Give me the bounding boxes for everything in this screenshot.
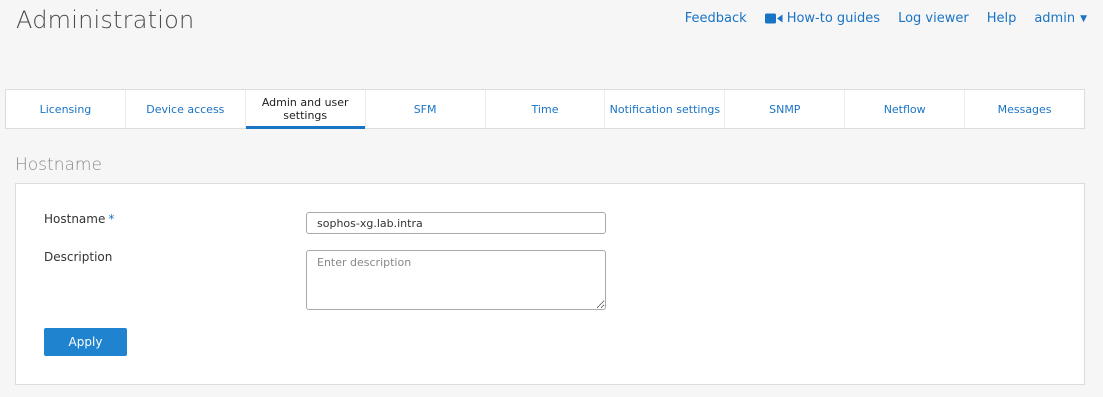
- apply-button[interactable]: Apply: [44, 328, 127, 356]
- tab-device-access[interactable]: Device access: [126, 90, 246, 128]
- top-nav: Feedback How-to guides Log viewer Help a…: [685, 11, 1087, 26]
- tab-admin-user-settings[interactable]: Admin and user settings: [245, 90, 366, 129]
- description-textarea[interactable]: [306, 250, 606, 310]
- howto-guides-link[interactable]: How-to guides: [764, 11, 881, 26]
- section-title: Hostname: [15, 155, 102, 175]
- caret-down-icon: ▼: [1080, 13, 1087, 24]
- tab-sfm[interactable]: SFM: [366, 90, 486, 128]
- hostname-field-label: Hostname *: [44, 212, 114, 226]
- feedback-link[interactable]: Feedback: [685, 11, 747, 26]
- video-camera-icon: [764, 13, 783, 24]
- page-title: Administration: [16, 6, 195, 34]
- tab-bar: Licensing Device access Admin and user s…: [5, 89, 1085, 129]
- tab-time[interactable]: Time: [486, 90, 606, 128]
- tab-messages[interactable]: Messages: [965, 90, 1084, 128]
- howto-guides-label: How-to guides: [786, 11, 881, 26]
- tab-snmp[interactable]: SNMP: [725, 90, 846, 128]
- required-mark: *: [108, 212, 115, 226]
- tab-licensing[interactable]: Licensing: [6, 90, 126, 128]
- tab-notification-settings[interactable]: Notification settings: [605, 90, 726, 128]
- log-viewer-link[interactable]: Log viewer: [898, 11, 969, 26]
- hostname-label: Hostname: [44, 212, 106, 226]
- description-label: Description: [44, 250, 113, 264]
- hostname-input[interactable]: [306, 212, 606, 234]
- user-menu[interactable]: admin ▼: [1034, 11, 1087, 26]
- user-name: admin: [1034, 11, 1076, 26]
- tab-netflow[interactable]: Netflow: [845, 90, 966, 128]
- help-link[interactable]: Help: [987, 11, 1017, 26]
- hostname-panel: Hostname* Description Apply: [15, 183, 1085, 385]
